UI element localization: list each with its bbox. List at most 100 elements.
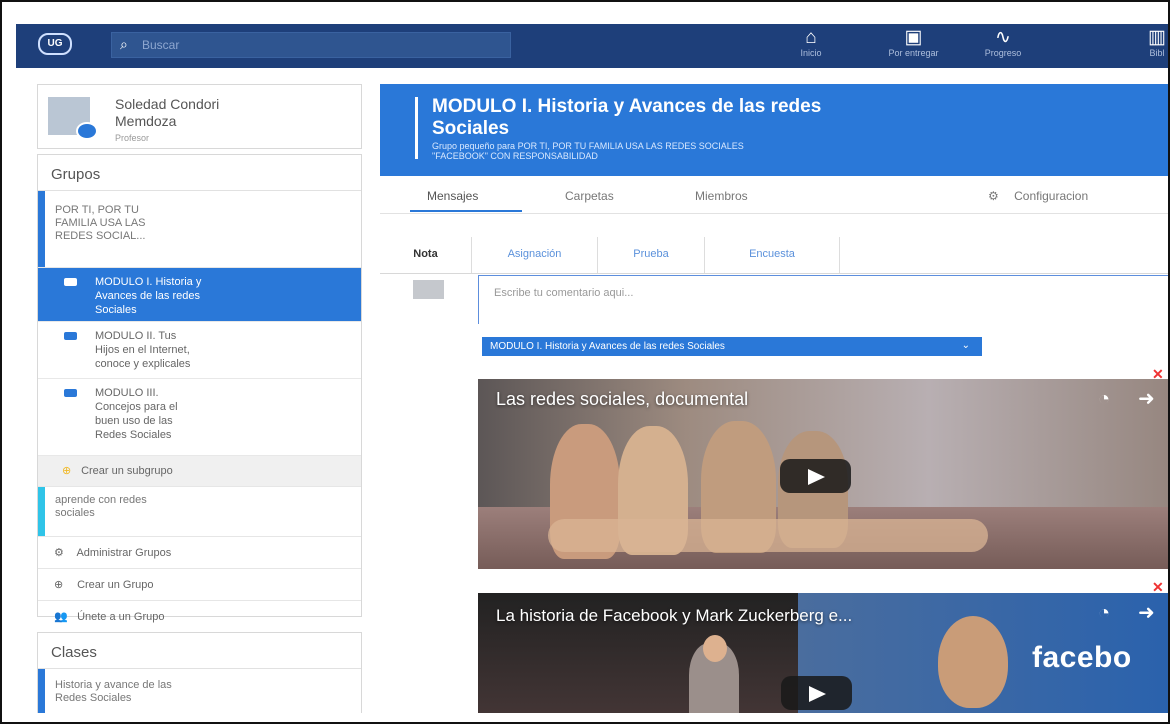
search-icon: ⌕ [120, 36, 128, 52]
profile-name-line1: Soledad Condori [115, 96, 220, 112]
tab-assignment[interactable]: Asignación [472, 237, 598, 273]
nav-library-label: Bibl [1149, 48, 1165, 58]
module-2-item[interactable]: MODULO II. Tus Hijos en el Internet, con… [38, 322, 361, 379]
left-sidebar: Soledad Condori Memdoza Profesor Grupos … [37, 84, 362, 722]
share-icon[interactable]: ➜ [1138, 603, 1155, 623]
join-group-label: Únete a un Grupo [77, 611, 165, 623]
selected-group-tag[interactable]: MODULO I. Historia y Avances de las rede… [482, 337, 982, 356]
module-2-line3: conoce y explicales [95, 358, 191, 370]
module-2-line2: Hijos en el Internet, [95, 344, 190, 356]
module-1-item[interactable]: MODULO I. Historia y Avances de las rede… [38, 268, 361, 322]
module-3-line1: MODULO III. [95, 387, 159, 399]
manage-groups-label: Administrar Grupos [76, 547, 172, 559]
module-icon [64, 389, 77, 397]
nav-to-deliver[interactable]: ▣ Por entregar [880, 28, 947, 64]
group-aprende-line1: aprende con redes [55, 494, 147, 506]
module-3-line3: buen uso de las [95, 415, 173, 427]
class-item-line2: Redes Sociales [55, 692, 132, 704]
create-group-label: Crear un Grupo [77, 579, 154, 591]
gear-icon: ⚙ [988, 189, 999, 203]
avatar[interactable] [48, 97, 98, 140]
classes-panel: Clases Historia y avance de las Redes So… [37, 632, 362, 722]
plus-circle-icon: ⊕ [54, 579, 64, 591]
module-icon [64, 278, 77, 286]
play-button[interactable] [780, 459, 851, 493]
active-tab-indicator [410, 210, 522, 212]
nav-library[interactable]: ▥ Bibl [1142, 27, 1168, 64]
post-type-tabs: Nota Asignación Prueba Encuesta [380, 237, 1168, 274]
window-bottom-strip [16, 713, 1168, 722]
video-thumbnail-detail [548, 519, 988, 552]
video-person-face [703, 635, 727, 662]
group-description-line1: Grupo pequeño para POR TI, POR TU FAMILI… [432, 141, 744, 151]
tab-quiz[interactable]: Prueba [598, 237, 705, 273]
group-content: MODULO I. Historia y Avances de las rede… [380, 84, 1168, 722]
groups-title: Grupos [38, 155, 361, 191]
module-2-line1: MODULO II. Tus [95, 330, 177, 342]
tab-folders[interactable]: Carpetas [565, 189, 614, 203]
classes-title: Clases [38, 633, 361, 669]
nav-progress[interactable]: ∿ Progreso [977, 28, 1029, 64]
module-1-line2: Avances de las redes [95, 290, 200, 302]
group-parent-line2: FAMILIA USA LAS [55, 217, 146, 229]
group-description: Grupo pequeño para POR TI, POR TU FAMILI… [432, 141, 1152, 161]
group-aprende[interactable]: aprende con redes sociales [38, 487, 361, 537]
join-group-link[interactable]: 👥 Únete a un Grupo [38, 601, 361, 633]
profile-name[interactable]: Soledad Condori Memdoza [115, 96, 219, 130]
comment-composer[interactable] [478, 275, 1168, 325]
group-title-line2: Sociales [432, 118, 510, 139]
create-group-link[interactable]: ⊕ Crear un Grupo [38, 569, 361, 601]
library-icon: ▥ [1148, 27, 1166, 48]
nav-home[interactable]: ⌂ Inicio [792, 28, 830, 64]
settings-link[interactable]: ⚙ Configuracion [988, 189, 1088, 203]
video-title[interactable]: La historia de Facebook y Mark Zuckerber… [496, 606, 852, 626]
group-parent[interactable]: POR TI, POR TU FAMILIA USA LAS REDES SOC… [38, 191, 361, 268]
video-person-face [938, 616, 1008, 708]
nav-home-label: Inicio [800, 48, 822, 58]
module-1-line3: Sociales [95, 304, 137, 316]
plus-circle-icon: ⊕ [62, 465, 72, 477]
clock-icon[interactable]: ◔ [1098, 389, 1110, 409]
chevron-down-icon: ⌄ [961, 340, 970, 351]
header-accent-line [415, 97, 418, 159]
group-title: MODULO I. Historia y Avances de las rede… [432, 96, 1147, 140]
tab-messages[interactable]: Mensajes [427, 189, 478, 203]
app-logo[interactable]: UG [38, 33, 72, 55]
create-subgroup-label: Crear un subgrupo [81, 465, 173, 477]
inbox-icon: ▣ [904, 27, 923, 48]
clock-icon[interactable]: ◔ [1098, 603, 1110, 623]
gear-icon: ⚙ [54, 547, 64, 559]
progress-icon: ∿ [995, 27, 1011, 48]
manage-groups-link[interactable]: ⚙ Administrar Grupos [38, 537, 361, 569]
play-button[interactable] [781, 676, 852, 710]
video-title[interactable]: Las redes sociales, documental [496, 389, 748, 410]
tab-poll[interactable]: Encuesta [705, 237, 840, 273]
profile-name-line2: Memdoza [115, 113, 177, 129]
share-icon[interactable]: ➜ [1138, 389, 1155, 409]
group-description-line2: "FACEBOOK" CON RESPONSABILIDAD [432, 151, 598, 161]
module-icon [64, 332, 77, 340]
video-card[interactable]: Las redes sociales, documental ◔ ➜ [478, 379, 1168, 569]
tab-members[interactable]: Miembros [695, 189, 748, 203]
people-icon: 👥 [54, 611, 68, 623]
search-box[interactable]: ⌕ [111, 32, 511, 58]
group-header: MODULO I. Historia y Avances de las rede… [380, 84, 1168, 176]
group-parent-line1: POR TI, POR TU [55, 204, 139, 216]
home-icon: ⌂ [805, 27, 817, 48]
top-navigation: UG ⌕ ⌂ Inicio ▣ Por entregar ∿ Progreso … [16, 24, 1168, 68]
groups-panel: Grupos POR TI, POR TU FAMILIA USA LAS RE… [37, 154, 362, 623]
module-3-item[interactable]: MODULO III. Concejos para el buen uso de… [38, 379, 361, 456]
search-input[interactable] [142, 35, 502, 55]
facebook-logo-text: facebo [1032, 641, 1132, 674]
class-item[interactable]: Historia y avance de las Redes Sociales [38, 669, 361, 719]
group-title-line1: MODULO I. Historia y Avances de las rede… [432, 96, 822, 117]
selected-group-label: MODULO I. Historia y Avances de las rede… [490, 341, 725, 352]
comment-input[interactable] [479, 276, 1168, 325]
module-3-line4: Redes Sociales [95, 429, 172, 441]
video-card[interactable]: facebo La historia de Facebook y Mark Zu… [478, 593, 1168, 722]
group-parent-line3: REDES SOCIAL... [55, 230, 146, 242]
profile-role: Profesor [115, 133, 150, 143]
create-subgroup-link[interactable]: ⊕ Crear un subgrupo [38, 456, 361, 487]
class-item-line1: Historia y avance de las [55, 679, 172, 691]
tab-note[interactable]: Nota [380, 237, 472, 273]
